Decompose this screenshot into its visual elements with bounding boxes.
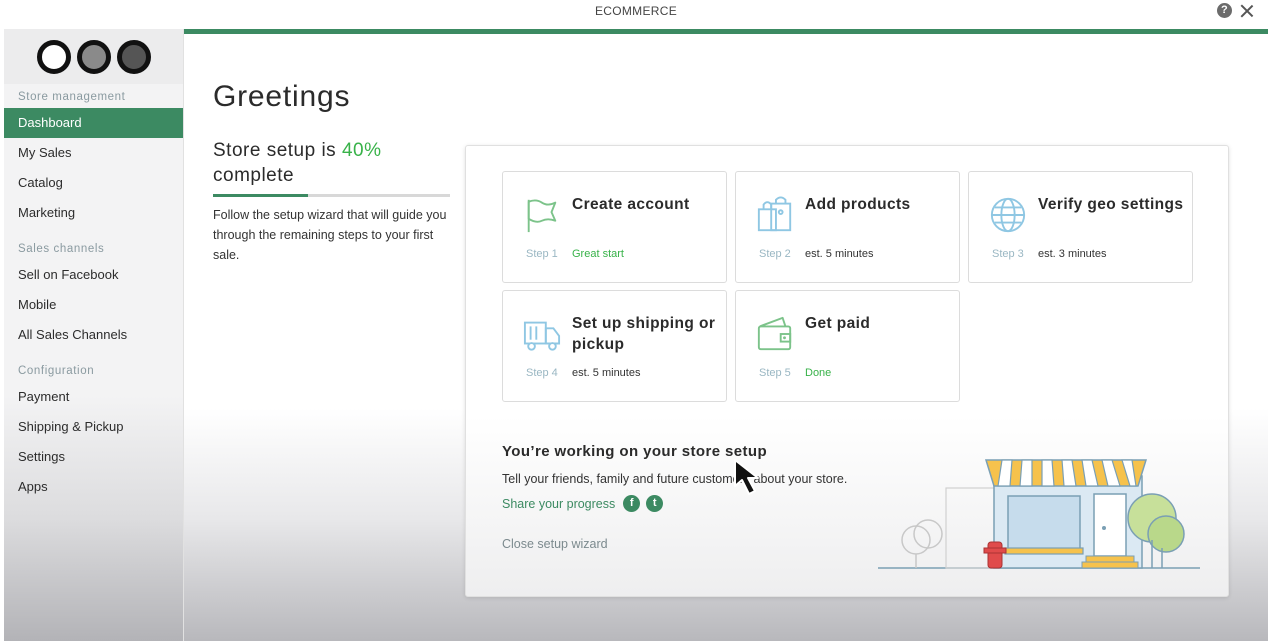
setup-heading-prefix: Store setup is [213, 140, 337, 161]
card-status: est. 5 minutes [572, 367, 641, 379]
sidebar-item-catalog[interactable]: Catalog [4, 168, 183, 198]
logo[interactable] [4, 29, 183, 84]
page-title: Greetings [213, 80, 351, 113]
card-step: Step 5 [759, 367, 791, 379]
sidebar-section-store-management: Store management [18, 91, 126, 103]
facebook-icon[interactable]: f [623, 495, 641, 512]
mouse-cursor-icon [734, 459, 759, 495]
close-icon[interactable] [1240, 4, 1254, 18]
card-status: Great start [572, 248, 624, 260]
card-title: Verify geo settings [1038, 196, 1184, 213]
card-title: Add products [805, 196, 911, 213]
help-icon[interactable]: ? [1217, 3, 1232, 18]
card-status: Done [805, 367, 832, 379]
delivery-truck-icon [523, 321, 561, 351]
step-card-add-products[interactable]: Add products Step 2 est. 5 minutes [735, 171, 960, 283]
window-title: ECOMMERCE [594, 4, 678, 18]
card-status: est. 5 minutes [805, 248, 874, 260]
card-step: Step 1 [526, 248, 558, 260]
card-title: Create account [572, 196, 690, 213]
sidebar-item-shipping-pickup[interactable]: Shipping & Pickup [4, 412, 183, 442]
sidebar-section-sales-channels: Sales channels [18, 243, 105, 255]
globe-icon [990, 197, 1026, 233]
sidebar-item-dashboard[interactable]: Dashboard [4, 108, 183, 138]
header-progress-strip [184, 29, 1268, 34]
sidebar-item-marketing[interactable]: Marketing [4, 198, 183, 228]
shopping-bags-icon [757, 196, 792, 232]
storefront-illustration [878, 459, 1200, 569]
logo-circle [76, 39, 111, 74]
sidebar-item-apps[interactable]: Apps [4, 472, 183, 502]
step-card-shipping-pickup[interactable]: Set up shipping or pickup Step 4 est. 5 … [502, 290, 727, 402]
logo-circle [116, 39, 151, 74]
step-card-verify-geo-settings[interactable]: Verify geo settings Step 3 est. 3 minute… [968, 171, 1193, 283]
sidebar-item-settings[interactable]: Settings [4, 442, 183, 472]
setup-description: Follow the setup wizard that will guide … [213, 208, 447, 262]
sidebar-item-all-sales-channels[interactable]: All Sales Channels [4, 320, 183, 350]
card-title: Set up shipping or pickup [572, 315, 716, 353]
twitter-icon[interactable]: t [646, 495, 664, 512]
card-title: Get paid [805, 315, 871, 332]
card-step: Step 3 [992, 248, 1024, 260]
step-card-create-account[interactable]: Create account Step 1 Great start [502, 171, 727, 283]
sidebar-item-sell-on-facebook[interactable]: Sell on Facebook [4, 260, 183, 290]
sidebar-item-payment[interactable]: Payment [4, 382, 183, 412]
card-step: Step 4 [526, 367, 558, 379]
setup-progress-fill [213, 194, 308, 197]
share-row: Share your progress f t [502, 495, 664, 512]
window-titlebar: ECOMMERCE ? [0, 0, 1272, 29]
card-status: est. 3 minutes [1038, 248, 1107, 260]
wallet-icon [757, 316, 792, 351]
window-controls: ? [1217, 3, 1254, 18]
setup-progress-heading: Store setup is 40% complete [213, 138, 453, 188]
setup-heading-suffix: complete [213, 165, 295, 186]
flag-icon [527, 199, 557, 233]
sidebar-section-configuration: Configuration [18, 365, 95, 377]
sidebar-item-mobile[interactable]: Mobile [4, 290, 183, 320]
promo-title: You’re working on your store setup [502, 443, 768, 460]
sidebar: Store management Dashboard My Sales Cata… [4, 29, 184, 641]
close-setup-wizard-link[interactable]: Close setup wizard [502, 537, 608, 551]
setup-progress-bar [213, 194, 450, 197]
share-progress-link[interactable]: Share your progress [502, 497, 615, 511]
setup-percent: 40% [341, 140, 382, 161]
promo-text: Tell your friends, family and future cus… [502, 472, 848, 486]
step-card-get-paid[interactable]: Get paid Step 5 Done [735, 290, 960, 402]
sidebar-item-my-sales[interactable]: My Sales [4, 138, 183, 168]
card-step: Step 2 [759, 248, 791, 260]
logo-circle [36, 39, 71, 74]
